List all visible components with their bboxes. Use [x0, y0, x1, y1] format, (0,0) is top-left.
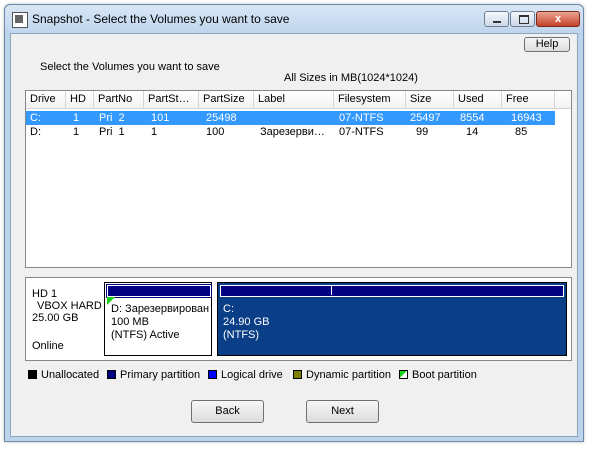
minimize-button[interactable]: [484, 11, 509, 27]
partition-d-fs: (NTFS) Active: [111, 329, 180, 341]
close-icon: x: [554, 13, 562, 25]
next-button[interactable]: Next: [306, 400, 379, 423]
legend-item-dynamic: Dynamic partition: [293, 369, 391, 381]
cell-partsize: 25498: [206, 112, 237, 124]
logical-swatch-icon: [208, 370, 217, 379]
partition-c[interactable]: C: 24.90 GB (NTFS): [217, 282, 567, 356]
cell-partstart: 101: [151, 112, 170, 124]
partition-usage-bar: [106, 284, 212, 298]
disk-capacity: 25.00 GB: [32, 312, 79, 324]
help-button[interactable]: Help: [524, 37, 570, 52]
table-row[interactable]: D: 1 Pri 1 1 100 Зарезерви… 07-NTFS 99 1…: [26, 125, 555, 139]
cell-partsize: 100: [206, 126, 225, 138]
cell-size: 25497: [410, 112, 441, 124]
partition-c-size: 24.90 GB: [223, 316, 270, 328]
legend-label: Boot partition: [412, 369, 477, 381]
column-header-free[interactable]: Free: [502, 91, 555, 108]
cell-drive: D:: [30, 126, 41, 138]
back-button[interactable]: Back: [191, 400, 264, 423]
table-row[interactable]: C: 1 Pri 2 101 25498 07-NTFS 25497 8554 …: [26, 111, 555, 125]
dialog-body: Help Select the Volumes you want to save…: [10, 33, 578, 437]
instruction-text: Select the Volumes you want to save: [40, 61, 220, 73]
list-header: Drive HD PartNo PartSt… PartSize Label F…: [26, 91, 571, 109]
legend-item-logical: Logical drive: [208, 369, 283, 381]
minimize-icon: [493, 21, 501, 23]
partition-d-size: 100 MB: [111, 316, 149, 328]
maximize-button[interactable]: [510, 11, 535, 27]
cell-filesystem: 07-NTFS: [339, 126, 384, 138]
cell-used: 8554: [460, 112, 485, 124]
legend-item-unallocated: Unallocated: [28, 369, 99, 381]
column-header-label[interactable]: Label: [254, 91, 334, 108]
cell-partno: Pri 1: [99, 126, 125, 138]
sizes-note: All Sizes in MB(1024*1024): [284, 72, 418, 84]
dynamic-swatch-icon: [293, 370, 302, 379]
disk-name: HD 1: [32, 288, 58, 300]
column-header-hd[interactable]: HD: [66, 91, 94, 108]
disk-info: HD 1 VBOX HARD 25.00 GB Online: [32, 288, 102, 352]
legend-label: Primary partition: [120, 369, 201, 381]
column-header-partno[interactable]: PartNo: [94, 91, 144, 108]
cell-filesystem: 07-NTFS: [339, 112, 384, 124]
unallocated-swatch-icon: [28, 370, 37, 379]
legend-label: Unallocated: [41, 369, 100, 381]
column-header-partsize[interactable]: PartSize: [199, 91, 254, 108]
close-button[interactable]: x: [536, 11, 580, 27]
partition-d[interactable]: D: Зарезервирован 100 MB (NTFS) Active: [104, 282, 212, 356]
column-header-filesystem[interactable]: Filesystem: [334, 91, 406, 108]
partition-used-segment: [220, 285, 332, 295]
app-icon[interactable]: [12, 12, 28, 28]
column-header-used[interactable]: Used: [454, 91, 502, 108]
snapshot-window: Snapshot - Select the Volumes you want t…: [4, 4, 584, 442]
legend-label: Logical drive: [221, 369, 283, 381]
disk-map: HD 1 VBOX HARD 25.00 GB Online D: Зарезе…: [25, 277, 572, 361]
disk-model: VBOX HARD: [37, 300, 102, 312]
cell-partno: Pri 2: [99, 112, 125, 124]
cell-used: 14: [466, 126, 479, 138]
column-header-partstart[interactable]: PartSt…: [144, 91, 199, 108]
cell-size: 99: [416, 126, 429, 138]
primary-swatch-icon: [107, 370, 116, 379]
legend-label: Dynamic partition: [306, 369, 391, 381]
cell-hd: 1: [73, 126, 80, 138]
legend-item-primary: Primary partition: [107, 369, 200, 381]
partition-c-fs: (NTFS): [223, 329, 260, 341]
cell-free: 85: [515, 126, 528, 138]
boot-swatch-icon: [399, 370, 408, 379]
cell-partstart: 1: [151, 126, 158, 138]
cell-label: Зарезерви…: [260, 126, 325, 138]
volume-list[interactable]: Drive HD PartNo PartSt… PartSize Label F…: [25, 90, 572, 268]
column-header-size[interactable]: Size: [406, 91, 454, 108]
legend-item-boot: Boot partition: [399, 369, 477, 381]
column-header-drive[interactable]: Drive: [26, 91, 66, 108]
cell-free: 16943: [511, 112, 542, 124]
disk-status: Online: [32, 340, 64, 352]
partition-d-name: D: Зарезервирован: [111, 303, 210, 315]
maximize-icon: [519, 15, 529, 24]
window-title: Snapshot - Select the Volumes you want t…: [32, 12, 290, 26]
cell-hd: 1: [73, 112, 80, 124]
partition-c-name: C:: [223, 303, 234, 315]
title-bar[interactable]: Snapshot - Select the Volumes you want t…: [5, 5, 583, 33]
cell-drive: C:: [30, 112, 41, 124]
